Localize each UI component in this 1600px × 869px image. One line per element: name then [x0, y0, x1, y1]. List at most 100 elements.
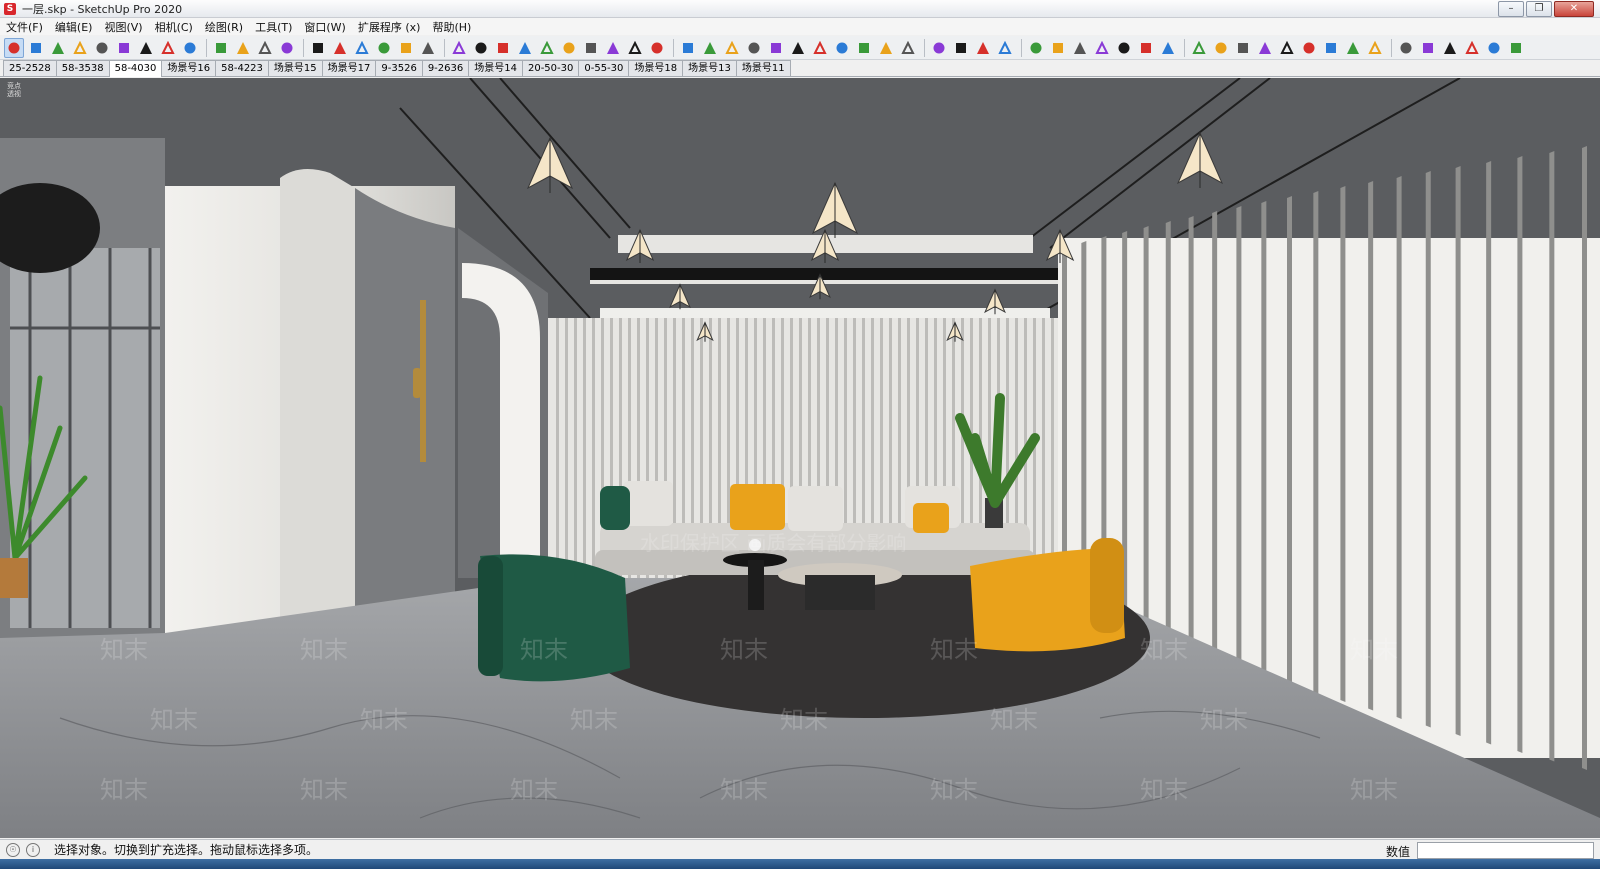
menu-bar: 文件(F) 编辑(E) 视图(V) 相机(C) 绘图(R) 工具(T) 窗口(W… [0, 18, 1600, 35]
flame-icon[interactable] [1484, 38, 1504, 58]
bulb-icon[interactable] [700, 38, 720, 58]
tree-icon[interactable] [537, 38, 557, 58]
two-point-icon[interactable] [277, 38, 297, 58]
copy-icon[interactable] [1277, 38, 1297, 58]
xray-icon[interactable] [308, 38, 328, 58]
zoom-icon[interactable] [48, 38, 68, 58]
scene-tab-8[interactable]: 9-3526 [375, 60, 423, 76]
orbit-icon[interactable] [4, 37, 24, 58]
scene-tab-3-active[interactable]: 58-4030 [108, 60, 163, 77]
menu-extensions[interactable]: 扩展程序 (x) [352, 19, 427, 35]
frame-icon[interactable] [1070, 38, 1090, 58]
check-icon[interactable] [1189, 38, 1209, 58]
scene-tab-14[interactable]: 场景号13 [682, 60, 737, 76]
bars-icon[interactable] [1321, 38, 1341, 58]
zoom-extents-icon[interactable] [92, 38, 112, 58]
model-viewport[interactable]: 水印保护区 画质会有部分影响 知末 知末 知末 知末 知末 知末 知末 知末 知末 知末 知末 知末知… [0, 78, 1600, 838]
scene-tab-7[interactable]: 场景号17 [321, 60, 377, 76]
menu-help[interactable]: 帮助(H) [426, 19, 477, 35]
checker-icon[interactable] [559, 38, 579, 58]
pan-icon[interactable] [26, 38, 46, 58]
settings-cog-icon[interactable] [995, 38, 1015, 58]
menu-window[interactable]: 窗口(W) [298, 19, 351, 35]
credits-icon[interactable]: i [26, 842, 40, 857]
maximize-button[interactable]: ❐ [1526, 1, 1552, 17]
hidden-line-icon[interactable] [374, 38, 394, 58]
scene-tab-4[interactable]: 场景号16 [161, 60, 217, 76]
checklist-icon[interactable] [1233, 38, 1253, 58]
perspective-icon[interactable] [255, 38, 275, 58]
scene-tab-1[interactable]: 25-2528 [3, 60, 57, 76]
menu-draw[interactable]: 绘图(R) [199, 19, 249, 35]
arch-icon[interactable] [1462, 38, 1482, 58]
info-icon[interactable] [647, 38, 667, 58]
scene-tab-15[interactable]: 场景号11 [735, 60, 791, 76]
textured-icon[interactable] [418, 38, 438, 58]
import-icon[interactable] [929, 38, 949, 58]
cart-icon[interactable] [898, 38, 918, 58]
scene-tab-9[interactable]: 9-2636 [421, 60, 470, 76]
door-icon[interactable] [1026, 38, 1046, 58]
outliner-icon[interactable] [678, 38, 698, 58]
railing-icon[interactable] [1114, 38, 1134, 58]
section-plane-icon[interactable] [449, 38, 469, 58]
close-button[interactable]: ✕ [1554, 1, 1594, 17]
check-arrow-icon[interactable] [1211, 38, 1231, 58]
wireframe-icon[interactable] [352, 38, 372, 58]
zoom-window-icon[interactable] [70, 38, 90, 58]
menu-view[interactable]: 视图(V) [98, 19, 148, 35]
scene-tab-10[interactable]: 场景号14 [468, 60, 523, 76]
back-edges-icon[interactable] [330, 38, 350, 58]
stamp-icon[interactable] [1440, 38, 1460, 58]
pyramid-icon[interactable] [1418, 38, 1438, 58]
hexagon-icon[interactable] [788, 38, 808, 58]
layers-icon[interactable] [493, 38, 513, 58]
cloud-icon[interactable] [581, 38, 601, 58]
scale-icon[interactable] [1299, 38, 1319, 58]
geo-location-icon[interactable]: ☉ [6, 842, 20, 857]
target-icon[interactable] [832, 38, 852, 58]
expand-icon[interactable] [766, 38, 786, 58]
scene-tab-13[interactable]: 场景号18 [628, 60, 684, 76]
scene-tab-2[interactable]: 58-3538 [55, 60, 110, 76]
window-icon[interactable] [1048, 38, 1068, 58]
scene-tab-5[interactable]: 58-4223 [215, 60, 269, 76]
select-icon[interactable] [211, 38, 231, 58]
wall-slat-edge [1486, 161, 1492, 745]
iso-view-icon[interactable] [233, 38, 253, 58]
render-icon[interactable] [973, 38, 993, 58]
menu-tools[interactable]: 工具(T) [249, 19, 298, 35]
position-camera-icon[interactable] [180, 38, 200, 58]
scene-tab-6[interactable]: 场景号15 [267, 60, 323, 76]
scissors-icon[interactable] [1255, 38, 1275, 58]
measurement-input[interactable] [1417, 842, 1594, 859]
gear-icon[interactable] [603, 38, 623, 58]
tile-icon[interactable] [1092, 38, 1112, 58]
text-icon[interactable] [1396, 38, 1416, 58]
grid-icon[interactable] [854, 38, 874, 58]
mail-icon[interactable] [625, 38, 645, 58]
resize-icon[interactable] [1365, 38, 1385, 58]
add-icon[interactable] [515, 38, 535, 58]
layers-stack-icon[interactable] [951, 38, 971, 58]
stairs-icon[interactable] [1136, 38, 1156, 58]
menu-edit[interactable]: 编辑(E) [49, 19, 99, 35]
hexagon-outline-icon[interactable] [810, 38, 830, 58]
refresh-icon[interactable] [471, 38, 491, 58]
minimize-button[interactable]: – [1498, 1, 1524, 17]
extension-icon[interactable] [1506, 38, 1526, 58]
scene-tab-12[interactable]: 0-55-30 [578, 60, 630, 76]
tag-icon[interactable] [1158, 38, 1178, 58]
monitor-icon[interactable] [744, 38, 764, 58]
menu-camera[interactable]: 相机(C) [149, 19, 199, 35]
scene-tab-11[interactable]: 20-50-30 [521, 60, 580, 76]
walk-icon[interactable] [136, 38, 156, 58]
menu-file[interactable]: 文件(F) [0, 19, 49, 35]
look-around-icon[interactable] [158, 38, 178, 58]
contrast-icon[interactable] [722, 38, 742, 58]
previous-view-icon[interactable] [114, 38, 134, 58]
curve-icon[interactable] [1343, 38, 1363, 58]
watermark-mark: 知末 [930, 636, 978, 664]
shaded-icon[interactable] [396, 38, 416, 58]
erase-icon[interactable] [876, 38, 896, 58]
